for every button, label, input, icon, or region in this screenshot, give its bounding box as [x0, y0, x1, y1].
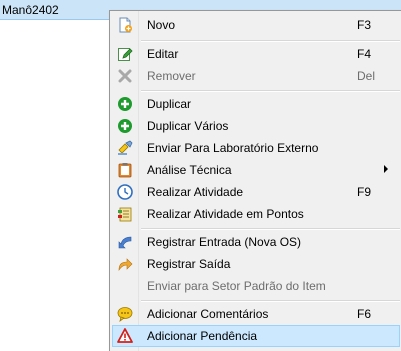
menu-item-label: Análise Técnica: [147, 163, 232, 177]
menu-item-label: Realizar Atividade em Pontos: [147, 207, 304, 221]
menu-separator: [141, 40, 400, 42]
menu-item-label: Novo: [147, 18, 176, 32]
warning-icon: [117, 328, 133, 344]
context-menu: Novo F3 Editar F4 Remover Del Duplicar D…: [109, 10, 401, 351]
menu-item-shortcut: F3: [357, 18, 372, 32]
menu-item-analise-tecnica[interactable]: Análise Técnica: [112, 159, 400, 181]
clock-icon: [117, 184, 133, 200]
menu-item-label: Enviar para Setor Padrão do Item: [147, 279, 326, 293]
menu-separator: [141, 228, 400, 230]
exit-arrow-icon: [117, 256, 133, 272]
activity-points-icon: [117, 206, 133, 222]
menu-item-label: Duplicar: [147, 97, 192, 111]
menu-separator: [141, 300, 400, 302]
menu-item-label: Adicionar Pendência: [147, 329, 258, 343]
menu-item-label: Realizar Atividade: [147, 185, 244, 199]
table-area: [0, 20, 110, 351]
menu-item-realizar-atividade[interactable]: Realizar Atividade F9: [112, 181, 400, 203]
menu-item-adicionar-comentarios[interactable]: Adicionar Comentários F6: [112, 303, 400, 325]
send-lab-icon: [117, 140, 133, 156]
menu-item-label: Adicionar Comentários: [147, 307, 269, 321]
menu-separator: [141, 90, 400, 92]
duplicate-icon: [117, 96, 133, 112]
new-document-icon: [117, 17, 133, 33]
menu-item-label: Enviar Para Laboratório Externo: [147, 141, 319, 155]
menu-item-shortcut: Del: [357, 69, 376, 83]
menu-item-label: Duplicar Vários: [147, 119, 229, 133]
screen: Manô2402 Novo F3 Editar F4 Remover Del D…: [0, 0, 401, 351]
menu-item-label: Registrar Saída: [147, 257, 231, 271]
menu-item-label: Remover: [147, 69, 196, 83]
menu-item-registrar-saida[interactable]: Registrar Saída: [112, 253, 400, 275]
entry-arrow-icon: [117, 234, 133, 250]
menu-item-shortcut: F6: [357, 307, 372, 321]
menu-item-enviar-setor-padrao[interactable]: Enviar para Setor Padrão do Item: [112, 275, 400, 297]
menu-item-duplicar-varios[interactable]: Duplicar Vários: [112, 115, 400, 137]
menu-item-adicionar-pendencia[interactable]: Adicionar Pendência: [112, 325, 400, 347]
menu-item-label: Registrar Entrada (Nova OS): [147, 235, 302, 249]
menu-item-shortcut: F9: [357, 185, 372, 199]
submenu-arrow-icon: [384, 165, 388, 173]
menu-item-remover[interactable]: Remover Del: [112, 65, 400, 87]
clipboard-icon: [117, 162, 133, 178]
row-text: Manô2402: [2, 3, 59, 17]
remove-icon: [117, 68, 133, 84]
edit-icon: [117, 46, 133, 62]
menu-item-editar[interactable]: Editar F4: [112, 43, 400, 65]
menu-item-realizar-atividade-pontos[interactable]: Realizar Atividade em Pontos: [112, 203, 400, 225]
menu-item-duplicar[interactable]: Duplicar: [112, 93, 400, 115]
menu-item-registrar-entrada[interactable]: Registrar Entrada (Nova OS): [112, 231, 400, 253]
menu-item-label: Editar: [147, 47, 179, 61]
duplicate-multiple-icon: [117, 118, 133, 134]
menu-item-shortcut: F4: [357, 47, 372, 61]
menu-item-enviar-laboratorio[interactable]: Enviar Para Laboratório Externo: [112, 137, 400, 159]
comment-icon: [117, 306, 133, 322]
menu-item-novo[interactable]: Novo F3: [112, 14, 400, 36]
